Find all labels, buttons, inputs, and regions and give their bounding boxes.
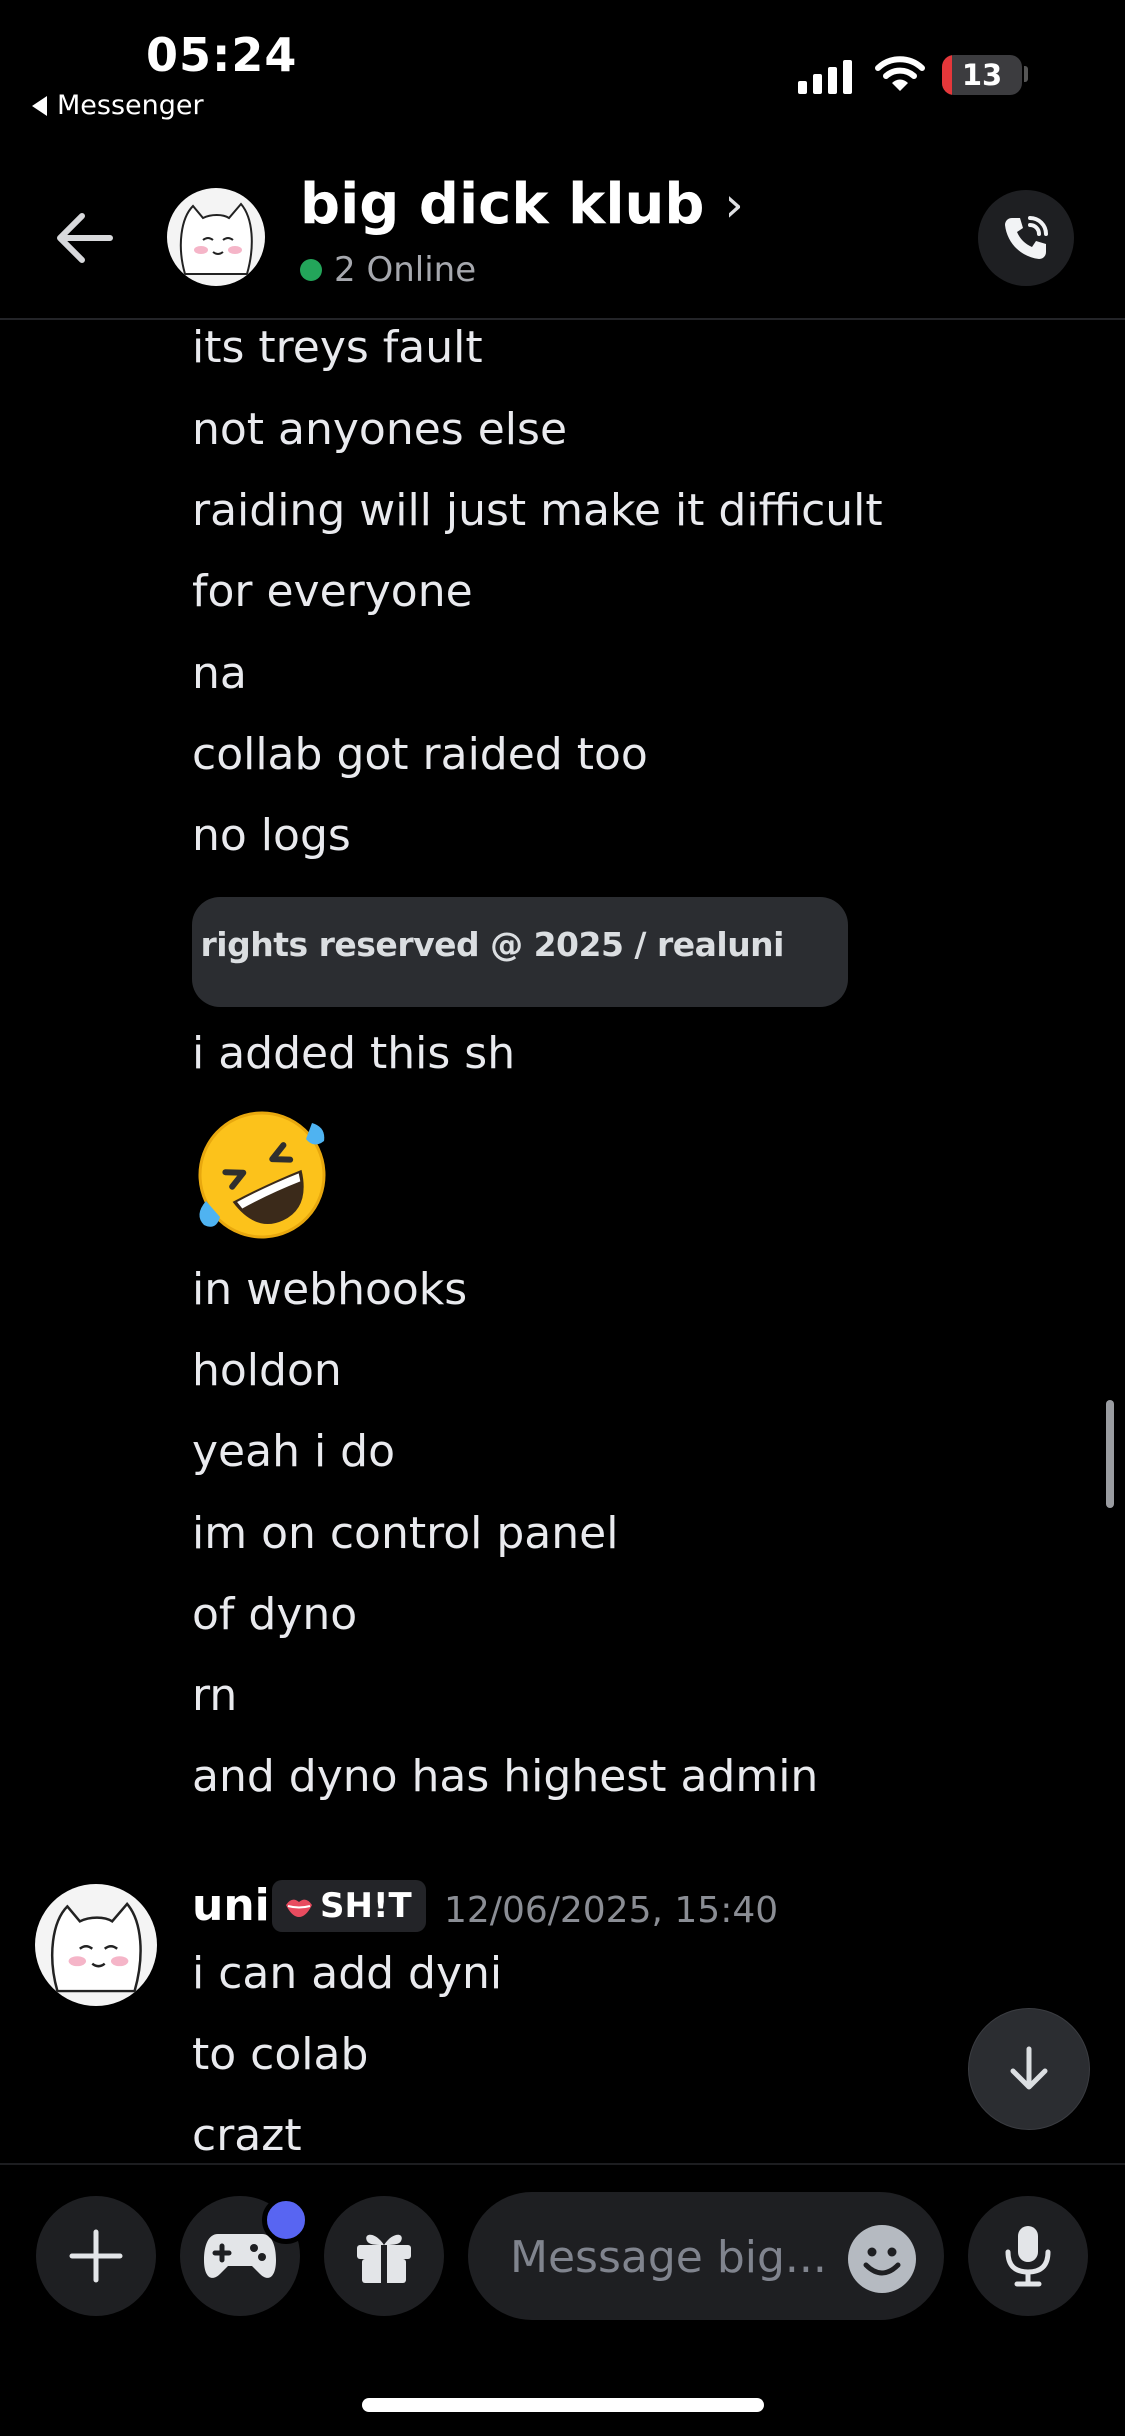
username[interactable]: uni <box>192 1880 270 1931</box>
message-line[interactable]: and dyno has highest admin <box>192 1751 818 1803</box>
battery-level: 13 <box>961 58 1003 92</box>
gift-button[interactable] <box>324 2196 444 2316</box>
composer-divider <box>0 2163 1125 2165</box>
message-line[interactable]: not anyones else <box>192 404 567 456</box>
voice-call-button[interactable] <box>978 190 1074 286</box>
message-input[interactable] <box>508 2222 842 2292</box>
message-line[interactable]: na <box>192 648 247 700</box>
server-tag[interactable]: SH!T <box>272 1880 426 1932</box>
message-line[interactable]: i added this sh <box>192 1028 515 1080</box>
phone-icon <box>1005 216 1048 259</box>
message-line[interactable]: i can add dyni <box>192 1948 502 2000</box>
message-line[interactable]: holdon <box>192 1345 342 1397</box>
message-line[interactable]: rn <box>192 1670 237 1722</box>
battery-indicator: 13 <box>942 55 1022 95</box>
voice-message-button[interactable] <box>968 2196 1088 2316</box>
online-status: 2 Online <box>300 250 476 290</box>
cat-avatar-icon <box>51 1902 142 1993</box>
home-indicator[interactable] <box>362 2398 764 2412</box>
back-triangle-icon <box>32 95 47 116</box>
arrow-down-icon <box>1010 2046 1048 2090</box>
embed-text: Copyright © Union, All rights reserved @… <box>192 925 784 964</box>
message-line[interactable]: raiding will just make it difficult <box>192 485 883 537</box>
add-attachment-button[interactable] <box>36 2196 156 2316</box>
emoji-icon <box>863 2247 901 2276</box>
gift-icon <box>357 2234 411 2283</box>
cellular-signal-icon <box>798 58 852 94</box>
jump-to-present-button[interactable] <box>968 2008 1090 2130</box>
message-line[interactable]: im on control panel <box>192 1508 618 1560</box>
wifi-icon <box>875 56 925 91</box>
back-app-label: Messenger <box>57 90 204 121</box>
notification-badge <box>262 2196 310 2244</box>
message-line[interactable]: its treys fault <box>192 322 483 374</box>
message-timestamp: 12/06/2025, 15:40 <box>444 1890 779 1931</box>
message-line[interactable]: to colab <box>192 2029 368 2081</box>
status-time: 05:24 <box>146 28 298 82</box>
microphone-icon <box>1005 2226 1051 2287</box>
chevron-right-icon: › <box>724 176 744 233</box>
online-count: 2 Online <box>334 250 477 290</box>
message-embed[interactable]: Copyright © Union, All rights reserved @… <box>192 897 848 1007</box>
message-line[interactable]: of dyno <box>192 1589 357 1641</box>
rolling-laughing-emoji-icon[interactable] <box>192 1105 332 1245</box>
back-arrow-icon[interactable] <box>50 208 118 268</box>
message-line[interactable]: collab got raided too <box>192 729 648 781</box>
server-tag-label: SH!T <box>320 1886 412 1926</box>
lips-icon <box>286 1899 312 1917</box>
group-name[interactable]: big dick klub › <box>300 172 744 237</box>
cat-avatar-icon <box>179 202 253 275</box>
user-avatar[interactable] <box>35 1884 157 2006</box>
plus-icon <box>69 2229 123 2283</box>
message-line[interactable]: crazt <box>192 2110 302 2162</box>
back-to-app-link[interactable]: Messenger <box>32 90 204 121</box>
group-name-label: big dick klub <box>300 172 705 237</box>
battery-cap <box>1024 66 1028 82</box>
message-line[interactable]: for everyone <box>192 566 473 618</box>
group-avatar[interactable] <box>167 188 265 286</box>
emoji-button[interactable] <box>848 2225 916 2293</box>
online-dot-icon <box>300 259 322 281</box>
scrollbar-thumb[interactable] <box>1106 1400 1114 1508</box>
message-line[interactable]: in webhooks <box>192 1264 467 1316</box>
message-line[interactable]: no logs <box>192 810 351 862</box>
message-line[interactable]: yeah i do <box>192 1426 395 1478</box>
